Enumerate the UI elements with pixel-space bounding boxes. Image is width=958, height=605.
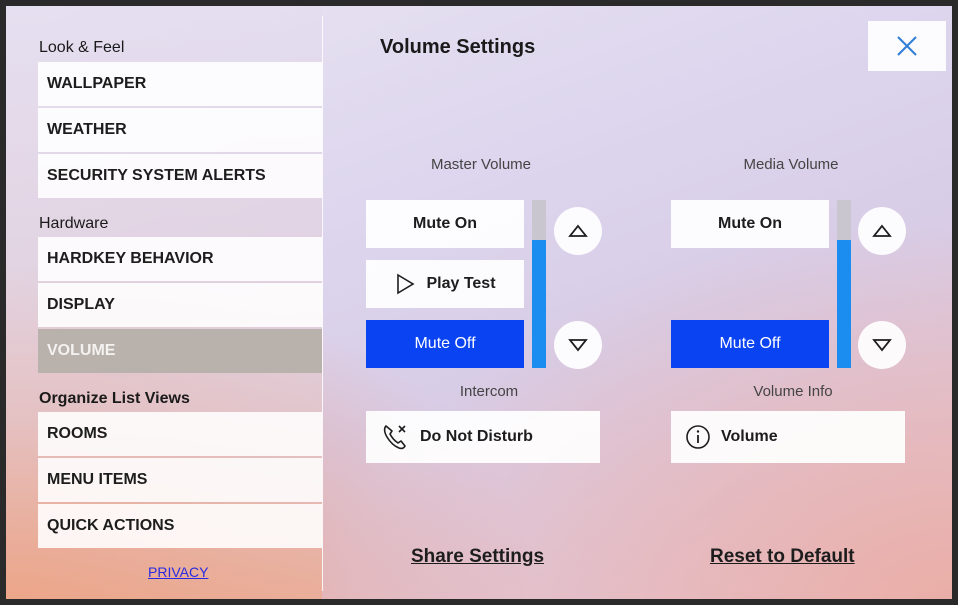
info-icon [686, 425, 710, 449]
close-icon [897, 36, 917, 56]
play-test-label: Play Test [426, 275, 496, 292]
sidebar-item-hardkey-behavior[interactable]: HARDKEY BEHAVIOR [38, 237, 322, 281]
master-volume-slider[interactable] [532, 200, 546, 368]
volume-info-button[interactable]: Volume [671, 411, 905, 463]
master-volume-level [532, 240, 546, 368]
settings-window: Look & Feel WALLPAPER WEATHER SECURITY S… [6, 6, 952, 599]
do-not-disturb-label: Do Not Disturb [420, 428, 533, 445]
media-volume-up-button[interactable] [858, 207, 906, 255]
sidebar-item-display[interactable]: DISPLAY [38, 283, 322, 327]
sidebar: Look & Feel WALLPAPER WEATHER SECURITY S… [6, 6, 322, 599]
divider [322, 16, 323, 591]
sidebar-item-rooms[interactable]: ROOMS [38, 412, 322, 456]
sidebar-item-weather[interactable]: WEATHER [38, 108, 322, 152]
share-settings-button[interactable]: Share Settings [411, 546, 544, 568]
sidebar-item-wallpaper[interactable]: WALLPAPER [38, 62, 322, 106]
page-title: Volume Settings [380, 36, 536, 58]
media-volume-slider[interactable] [837, 200, 851, 368]
master-volume-label: Master Volume [430, 156, 532, 173]
volume-info-button-label: Volume [721, 428, 778, 445]
master-mute-on-button[interactable]: Mute On [366, 200, 524, 248]
reset-to-default-button[interactable]: Reset to Default [710, 546, 855, 568]
section-title-organize-list-views: Organize List Views [39, 390, 190, 407]
triangle-down-icon [568, 339, 588, 352]
section-title-hardware: Hardware [39, 215, 109, 232]
media-mute-on-button[interactable]: Mute On [671, 200, 829, 248]
master-mute-off-button[interactable]: Mute Off [366, 320, 524, 368]
media-volume-level [837, 240, 851, 368]
sidebar-item-quick-actions[interactable]: QUICK ACTIONS [38, 504, 322, 548]
play-icon [397, 273, 416, 295]
intercom-label: Intercom [459, 383, 519, 400]
phone-mute-icon [383, 425, 406, 450]
triangle-up-icon [568, 224, 588, 237]
media-volume-down-button[interactable] [858, 321, 906, 369]
sidebar-item-volume[interactable]: VOLUME [38, 329, 322, 373]
triangle-up-icon [872, 224, 892, 237]
media-mute-off-button[interactable]: Mute Off [671, 320, 829, 368]
master-volume-up-button[interactable] [554, 207, 602, 255]
do-not-disturb-button[interactable]: Do Not Disturb [366, 411, 600, 463]
media-volume-label: Media Volume [743, 156, 839, 173]
volume-info-label: Volume Info [753, 383, 833, 400]
master-volume-down-button[interactable] [554, 321, 602, 369]
triangle-down-icon [872, 339, 892, 352]
close-button[interactable] [868, 21, 946, 71]
privacy-link[interactable]: PRIVACY [148, 564, 208, 580]
section-title-look-feel: Look & Feel [39, 39, 125, 56]
sidebar-item-security-system-alerts[interactable]: SECURITY SYSTEM ALERTS [38, 154, 322, 198]
play-test-button[interactable]: Play Test [366, 260, 524, 308]
sidebar-item-menu-items[interactable]: MENU ITEMS [38, 458, 322, 502]
